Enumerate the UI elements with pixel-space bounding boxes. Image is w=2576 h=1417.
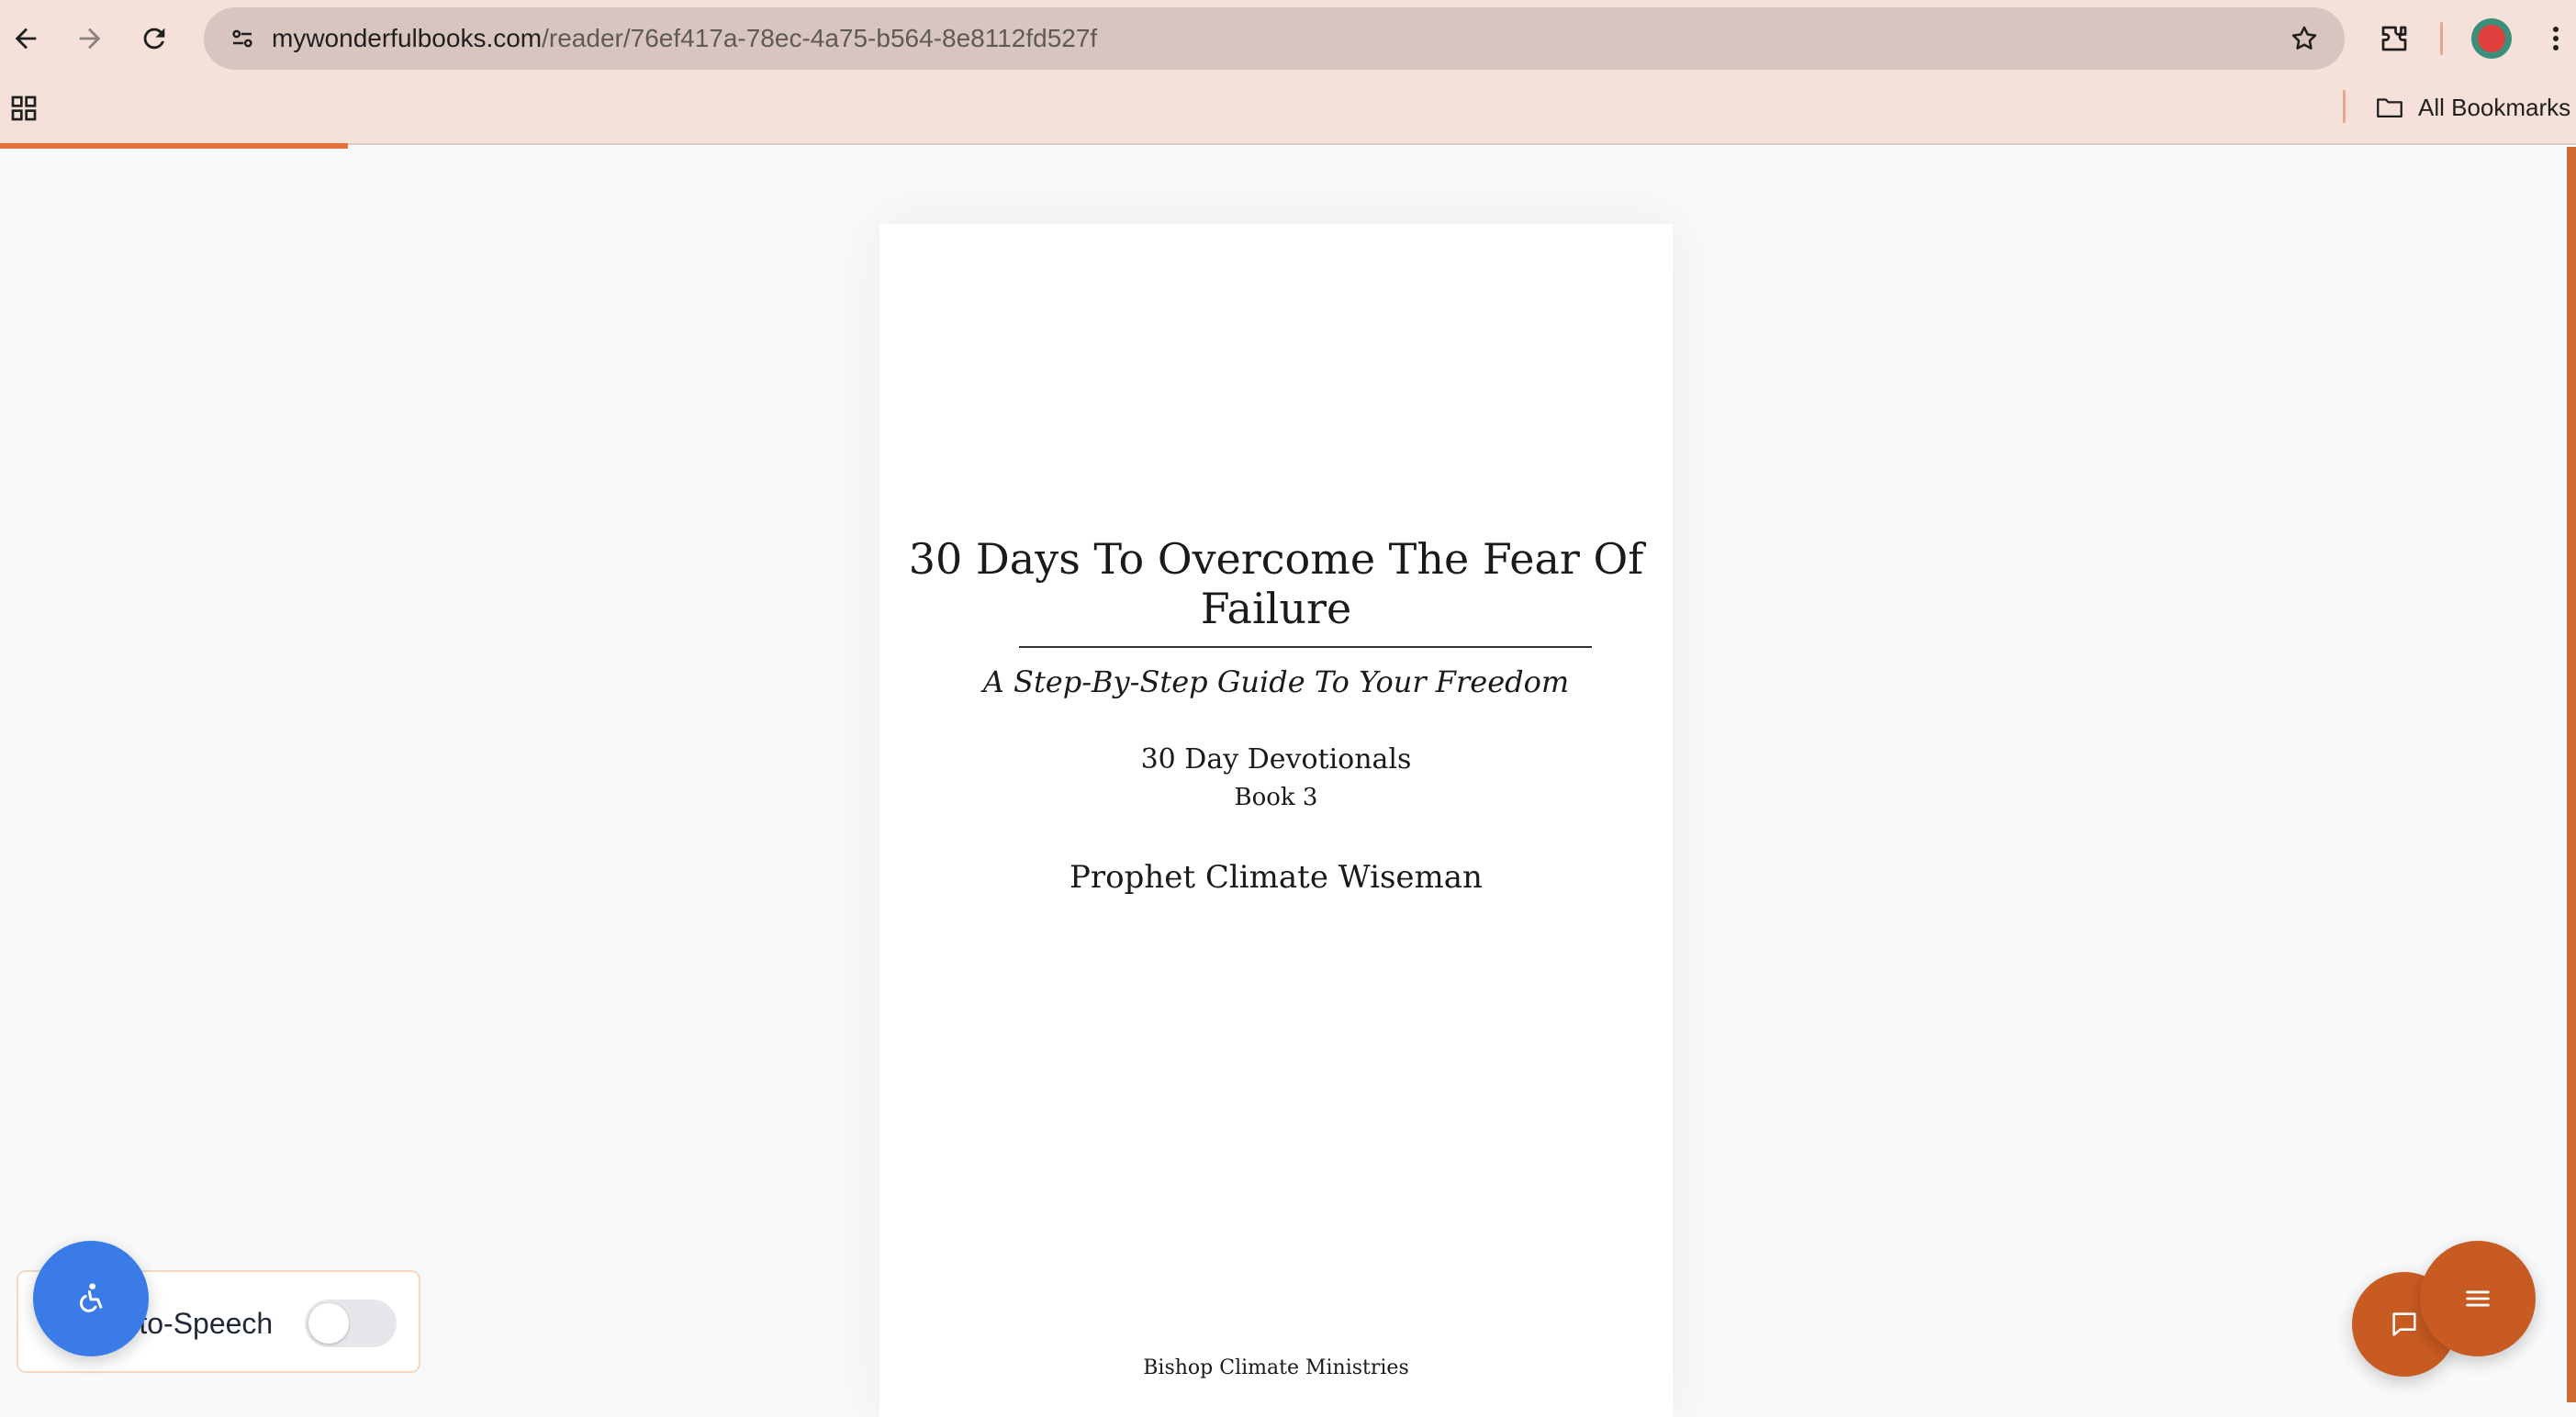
book-series: 30 Day Devotionals xyxy=(1140,743,1412,775)
bookmark-star-icon[interactable] xyxy=(2282,17,2326,61)
reload-button[interactable] xyxy=(129,13,180,64)
book-number: Book 3 xyxy=(1234,784,1318,811)
hamburger-menu-icon xyxy=(2466,1290,2490,1307)
url-host: mywonderfulbooks.com xyxy=(272,24,543,52)
title-divider xyxy=(1019,646,1592,648)
site-info-icon[interactable] xyxy=(220,17,264,61)
reading-progress-bar xyxy=(0,143,348,149)
browser-menu-button[interactable] xyxy=(2539,15,2572,62)
accessibility-icon xyxy=(79,1283,103,1312)
book-author: Prophet Climate Wiseman xyxy=(1070,859,1483,896)
reader-menu-button[interactable] xyxy=(2420,1241,2536,1356)
address-bar[interactable]: mywonderfulbooks.com/reader/76ef417a-78e… xyxy=(204,7,2345,70)
reload-icon xyxy=(143,28,165,50)
accessibility-button[interactable] xyxy=(33,1241,149,1356)
back-arrow-icon xyxy=(15,28,37,50)
bookmarks-divider xyxy=(2343,90,2346,123)
url-path: /reader/76ef417a-78ec-4a75-b564-8e8112fd… xyxy=(542,24,1098,52)
page-scrollbar[interactable] xyxy=(2567,147,2576,1402)
book-publisher: Bishop Climate Ministries xyxy=(1143,1356,1409,1379)
book-page: 30 Days To Overcome The Fear Of Failure … xyxy=(879,224,1673,1417)
forward-arrow-icon xyxy=(79,28,101,50)
chat-bubble-icon xyxy=(2392,1312,2416,1336)
book-title: 30 Days To Overcome The Fear Of Failure xyxy=(908,534,1644,633)
apps-grid-icon[interactable] xyxy=(6,90,42,127)
toggle-knob xyxy=(308,1303,349,1344)
browser-toolbar: mywonderfulbooks.com/reader/76ef417a-78e… xyxy=(0,0,2576,145)
avatar-image xyxy=(2478,25,2505,52)
book-subtitle: A Step-By-Step Guide To Your Freedom xyxy=(982,664,1570,699)
forward-button[interactable] xyxy=(64,13,116,64)
all-bookmarks-button[interactable]: All Bookmarks xyxy=(2374,84,2570,130)
all-bookmarks-label: All Bookmarks xyxy=(2418,93,2571,121)
folder-icon xyxy=(2377,98,2402,118)
text-to-speech-toggle[interactable] xyxy=(305,1300,397,1347)
toolbar-divider xyxy=(2440,22,2443,55)
kebab-menu-icon xyxy=(2553,27,2559,50)
back-button[interactable] xyxy=(0,13,51,64)
extensions-puzzle-icon[interactable] xyxy=(2369,13,2420,64)
url-text: mywonderfulbooks.com/reader/76ef417a-78e… xyxy=(272,7,1097,70)
profile-avatar[interactable] xyxy=(2471,18,2512,59)
